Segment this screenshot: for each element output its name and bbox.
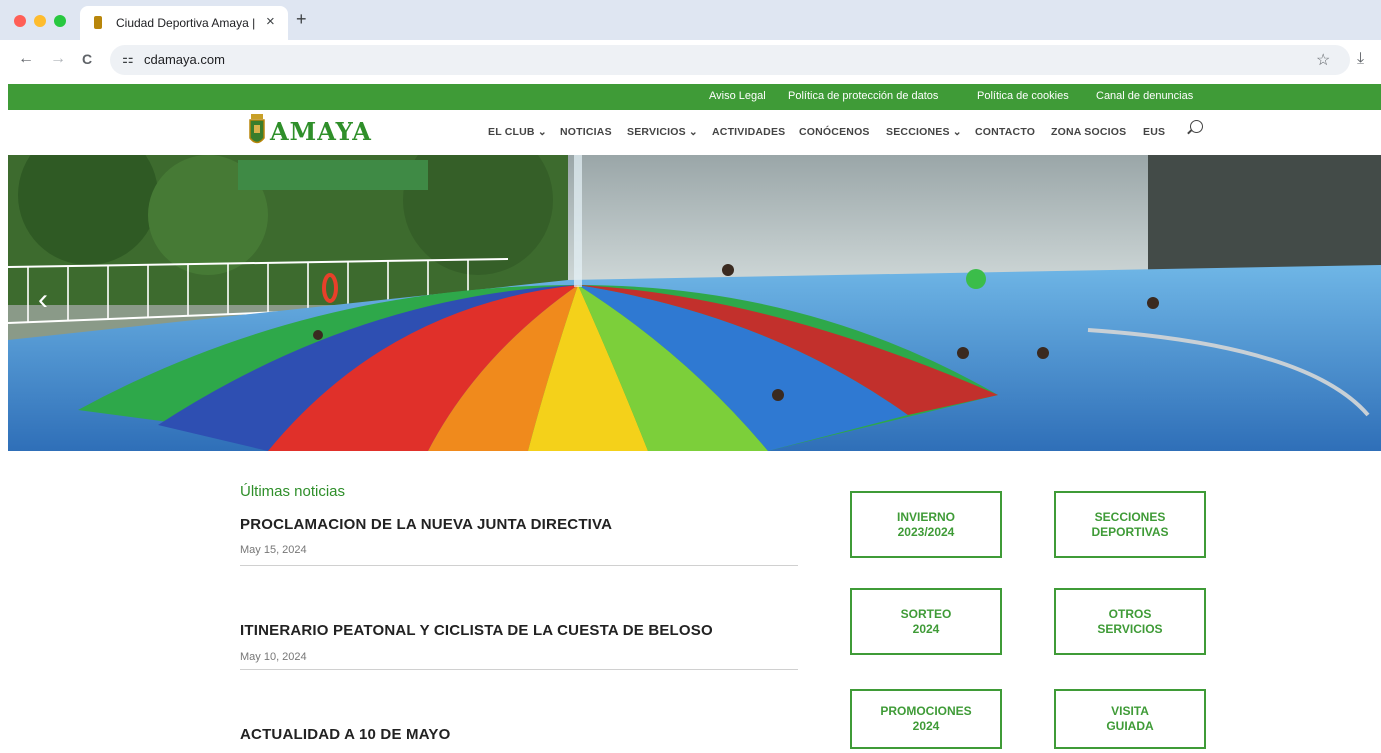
search-icon[interactable] — [1190, 120, 1203, 133]
back-icon[interactable]: ← — [18, 50, 34, 68]
forward-icon[interactable]: → — [50, 50, 66, 68]
window-close-button[interactable] — [14, 15, 26, 27]
news-section-title: Últimas noticias — [240, 483, 346, 500]
site-header: AMAYA EL CLUB ⌄ NOTICIAS SERVICIOS ⌄ ACT… — [8, 110, 1381, 155]
box-visita-guiada[interactable]: VISITA GUIADA — [1054, 689, 1206, 749]
box-promociones[interactable]: PROMOCIONES 2024 — [850, 689, 1002, 749]
tab-close-icon[interactable]: × — [266, 13, 275, 30]
download-icon[interactable]: ⤓ — [1357, 50, 1364, 68]
box-otros-servicios[interactable]: OTROS SERVICIOS — [1054, 588, 1206, 655]
news-divider — [240, 669, 798, 670]
browser-tab-active[interactable]: Ciudad Deportiva Amaya | × — [80, 6, 288, 40]
menu-servicios[interactable]: SERVICIOS ⌄ — [627, 126, 698, 138]
new-tab-button[interactable]: + — [296, 9, 307, 30]
browser-toolbar: ← → C ⚏ cdamaya.com ☆ ⤓ — [0, 40, 1381, 82]
browser-tab-bar: Ciudad Deportiva Amaya | × + — [0, 0, 1381, 40]
hero-slider[interactable]: ‹ — [8, 155, 1381, 451]
window-minimize-button[interactable] — [34, 15, 46, 27]
link-denuncias[interactable]: Canal de denuncias — [1096, 90, 1193, 102]
top-links-bar: Aviso Legal Política de protección de da… — [8, 84, 1381, 110]
box-sorteo[interactable]: SORTEO 2024 — [850, 588, 1002, 655]
menu-noticias[interactable]: NOTICIAS — [560, 126, 612, 138]
menu-zona-socios[interactable]: ZONA SOCIOS — [1051, 126, 1126, 138]
url-text[interactable]: cdamaya.com — [144, 52, 225, 67]
menu-conocenos[interactable]: CONÓCENOS — [799, 126, 870, 138]
news-divider — [240, 565, 798, 566]
site-logo[interactable]: AMAYA — [270, 117, 372, 146]
slider-prev-icon[interactable]: ‹ — [38, 283, 48, 317]
news-item-title[interactable]: ACTUALIDAD A 10 DE MAYO — [240, 726, 450, 743]
tab-title: Ciudad Deportiva Amaya | — [116, 16, 256, 30]
amaya-crest-icon[interactable] — [248, 114, 266, 148]
link-proteccion-datos[interactable]: Política de protección de datos — [788, 90, 938, 102]
news-item-title[interactable]: ITINERARIO PEATONAL Y CICLISTA DE LA CUE… — [240, 622, 713, 639]
menu-actividades[interactable]: ACTIVIDADES — [712, 126, 785, 138]
menu-el-club[interactable]: EL CLUB ⌄ — [488, 126, 547, 138]
window-maximize-button[interactable] — [54, 15, 66, 27]
box-invierno[interactable]: INVIERNO 2023/2024 — [850, 491, 1002, 558]
news-item-date: May 15, 2024 — [240, 544, 307, 556]
news-item-date: May 10, 2024 — [240, 651, 307, 663]
site-favicon-icon — [94, 16, 102, 29]
reload-icon[interactable]: C — [82, 51, 92, 67]
menu-contacto[interactable]: CONTACTO — [975, 126, 1035, 138]
site-settings-icon[interactable]: ⚏ — [122, 51, 134, 67]
address-bar[interactable]: ⚏ cdamaya.com — [110, 45, 1350, 75]
hero-pool-image — [8, 155, 1381, 451]
menu-eus[interactable]: EUS — [1143, 126, 1165, 138]
box-secciones-deportivas[interactable]: SECCIONES DEPORTIVAS — [1054, 491, 1206, 558]
menu-secciones[interactable]: SECCIONES ⌄ — [886, 126, 962, 138]
link-cookies[interactable]: Política de cookies — [977, 90, 1069, 102]
news-item-title[interactable]: PROCLAMACION DE LA NUEVA JUNTA DIRECTIVA — [240, 516, 612, 533]
bookmark-star-icon[interactable]: ☆ — [1316, 50, 1330, 70]
link-aviso-legal[interactable]: Aviso Legal — [709, 90, 766, 102]
